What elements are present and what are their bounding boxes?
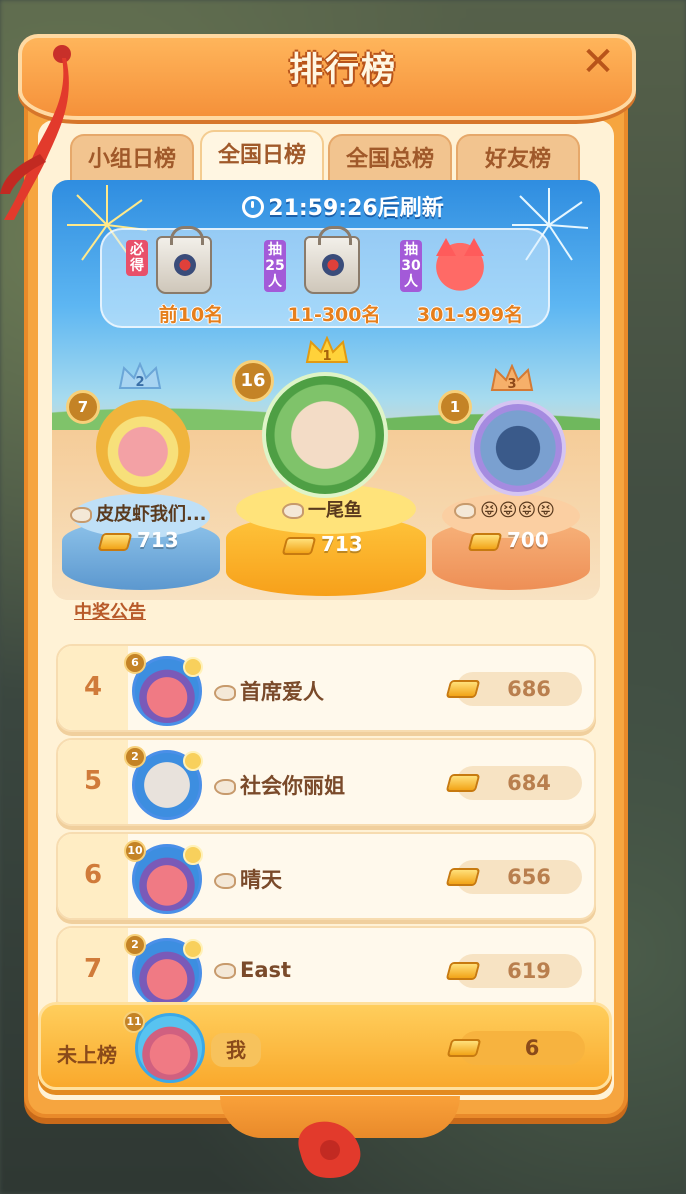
bag-icon (304, 226, 360, 294)
avatar[interactable] (135, 1013, 205, 1083)
rank-number: 6 (83, 860, 103, 890)
avatar[interactable] (96, 400, 190, 494)
player-name-text: 皮皮虾我们... (96, 504, 207, 525)
tab-bar: 小组日榜 全国日榜 全国总榜 好友榜 (70, 130, 590, 182)
player-name: 社会你丽姐 (214, 770, 345, 800)
crown-gold-icon: 1 (305, 336, 349, 364)
rank-number: 7 (83, 954, 103, 984)
crown-bronze-icon: 3 (490, 364, 534, 392)
table-row[interactable]: 5 2 社会你丽姐 684 (56, 738, 596, 826)
fish-icon (70, 507, 92, 523)
gold-bar-icon (445, 680, 481, 698)
level-badge: 10 (124, 840, 146, 862)
table-row[interactable]: 7 2 East 619 (56, 926, 596, 1014)
prize-box: 必得 前10名 抽25人 11-300名 抽30人 301-999名 (100, 226, 550, 330)
player-name: 皮皮虾我们... (70, 500, 207, 526)
gold-bar-icon (281, 536, 317, 555)
rank-number: 4 (83, 672, 103, 702)
player-name-text: East (240, 958, 292, 982)
score-text: 700 (506, 528, 549, 552)
player-score: 713 (97, 528, 179, 552)
fish-icon (214, 779, 236, 795)
prize-11-300[interactable]: 抽25人 11-300名 (264, 226, 404, 330)
table-row[interactable]: 4 6 首席爱人 686 (56, 644, 596, 732)
fish-icon (214, 873, 236, 889)
gold-bar-icon (97, 532, 133, 551)
player-name-text: 一尾鱼 (308, 500, 362, 521)
level-badge: 2 (124, 934, 146, 956)
gold-bar-icon (445, 962, 481, 980)
player-name: 😝😝😝😝 (454, 500, 555, 521)
prize-tag: 抽25人 (264, 240, 286, 292)
timer-text: 21:59:26后刷新 (268, 196, 444, 221)
my-rank-bar[interactable]: 未上榜 11 我 6 (38, 1002, 612, 1090)
level-badge: 11 (123, 1011, 145, 1033)
refresh-timer: 21:59:26后刷新 (0, 190, 686, 222)
gold-bar-icon (446, 1039, 482, 1057)
level-badge: 1 (438, 390, 472, 424)
player-score: 713 (281, 532, 363, 556)
svg-text:2: 2 (135, 375, 144, 390)
gold-bar-icon (445, 774, 481, 792)
prize-tag: 抽30人 (400, 240, 422, 292)
svg-text:1: 1 (322, 349, 331, 364)
score-text: 713 (320, 532, 363, 556)
score-text: 713 (136, 528, 179, 552)
player-name: 首席爱人 (214, 676, 324, 706)
fish-icon (282, 503, 304, 519)
prize-301-999[interactable]: 抽30人 301-999名 (400, 230, 540, 330)
status-dot (183, 939, 203, 959)
tab-national-total[interactable]: 全国总榜 (328, 134, 452, 182)
clock-icon (242, 196, 265, 218)
gold-bar-icon (467, 532, 503, 551)
tab-national-daily[interactable]: 全国日榜 (200, 130, 324, 182)
winner-notice-link[interactable]: 中奖公告 (74, 598, 146, 624)
level-badge: 2 (124, 746, 146, 768)
fish-icon (454, 503, 476, 519)
level-badge: 16 (232, 360, 274, 402)
crown-silver-icon: 2 (118, 362, 162, 390)
fox-toy-icon (430, 236, 490, 292)
my-rank-label: 未上榜 (57, 1043, 117, 1067)
prize-top10[interactable]: 必得 前10名 (126, 226, 256, 330)
close-button[interactable]: ✕ (576, 40, 620, 84)
avatar[interactable] (470, 400, 566, 496)
fish-icon (214, 963, 236, 979)
player-name-text: 晴天 (240, 868, 282, 892)
status-dot (183, 751, 203, 771)
player-name-text: 首席爱人 (240, 680, 324, 704)
prize-label: 301-999名 (416, 304, 524, 326)
player-name-text: 社会你丽姐 (240, 774, 345, 798)
level-badge: 6 (124, 652, 146, 674)
player-score: 700 (467, 528, 549, 552)
status-dot (183, 657, 203, 677)
tab-friends[interactable]: 好友榜 (456, 134, 580, 182)
level-badge: 7 (66, 390, 100, 424)
gold-bar-icon (445, 868, 481, 886)
prize-label: 11-300名 (287, 304, 381, 326)
player-name: 晴天 (214, 864, 282, 894)
rank-number: 5 (83, 766, 103, 796)
my-name: 我 (211, 1033, 261, 1067)
svg-text:3: 3 (507, 377, 516, 392)
fish-icon (214, 685, 236, 701)
prize-label: 前10名 (158, 304, 224, 326)
player-name: 一尾鱼 (282, 496, 362, 522)
bag-icon (156, 226, 212, 294)
ribbon-decoration (298, 1121, 361, 1178)
player-name-text: 😝😝😝😝 (480, 500, 556, 521)
table-row[interactable]: 6 10 晴天 656 (56, 832, 596, 920)
prize-tag: 必得 (126, 240, 148, 276)
avatar[interactable] (262, 372, 388, 498)
player-name: East (214, 958, 291, 982)
status-dot (183, 845, 203, 865)
tab-group-daily[interactable]: 小组日榜 (70, 134, 194, 182)
